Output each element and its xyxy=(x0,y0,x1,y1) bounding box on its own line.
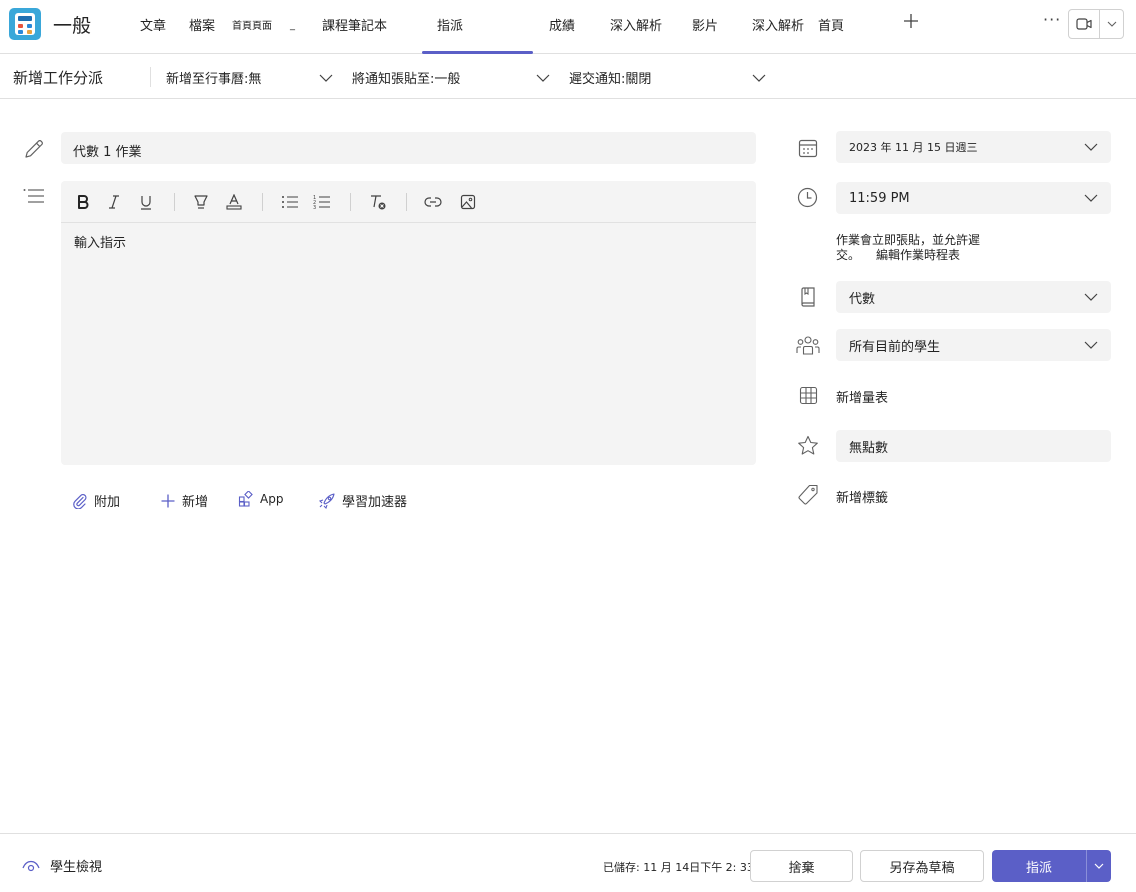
calendar-dropdown[interactable]: 新增至行事曆:無 xyxy=(166,68,261,87)
list-icon xyxy=(23,189,44,203)
edit-schedule-link[interactable]: 編輯作業時程表 xyxy=(876,248,960,262)
people-group-icon xyxy=(796,336,820,355)
svg-text:3: 3 xyxy=(313,205,316,210)
chevron-down-icon[interactable] xyxy=(536,73,550,83)
tab-videos[interactable]: 影片 xyxy=(692,15,718,34)
assignment-title-input[interactable]: 代數 1 作業 xyxy=(61,132,756,164)
eye-icon xyxy=(22,860,40,871)
assign-button[interactable]: 指派 xyxy=(992,850,1087,882)
chevron-down-icon[interactable] xyxy=(1100,10,1123,38)
pencil-icon xyxy=(25,140,43,158)
learning-accelerators-label: 學習加速器 xyxy=(342,495,408,510)
post-to-dropdown[interactable]: 將通知張貼至:一般 xyxy=(352,68,460,87)
chevron-down-icon[interactable] xyxy=(319,73,333,83)
attach-button[interactable]: 附加 xyxy=(72,491,120,510)
bold-icon[interactable] xyxy=(75,193,91,211)
learning-accelerators-button[interactable]: 學習加速器 xyxy=(318,491,407,510)
plus-icon[interactable] xyxy=(903,12,919,34)
clock-icon xyxy=(797,187,818,208)
saved-status: 已儲存: 11 月 14日下午 2: 33 xyxy=(603,861,754,874)
tab-insights[interactable]: 深入解析 xyxy=(610,15,662,34)
tab-home[interactable]: 首頁 xyxy=(818,15,844,34)
tab-home-page[interactable]: 首頁頁面 xyxy=(232,17,272,32)
rubric-grid-icon xyxy=(799,386,818,405)
image-icon[interactable] xyxy=(459,193,477,211)
schedule-note: 作業會立即張貼，並允許遲交。 編輯作業時程表 xyxy=(836,233,996,263)
toolbar-divider xyxy=(174,193,175,211)
link-icon[interactable] xyxy=(423,193,443,211)
bullet-list-icon[interactable] xyxy=(280,193,300,211)
chevron-down-icon[interactable] xyxy=(1087,850,1111,882)
student-view-button[interactable]: 學生檢視 xyxy=(22,856,102,875)
chevron-down-icon xyxy=(1084,293,1098,301)
channel-tab-bar: 一般 文章 檔案 首頁頁面 _ 課程筆記本 指派 成績 深入解析 影片 深入解析… xyxy=(0,0,1136,54)
assign-button-group: 指派 xyxy=(992,850,1111,882)
chevron-down-icon xyxy=(1084,341,1098,349)
tab-underscore[interactable]: _ xyxy=(290,20,295,31)
book-icon xyxy=(801,287,815,307)
numbered-list-icon[interactable]: 123 xyxy=(312,193,332,211)
discard-button[interactable]: 捨棄 xyxy=(750,850,853,882)
underline-icon[interactable] xyxy=(138,193,154,211)
tab-files[interactable]: 檔案 xyxy=(189,15,215,34)
chevron-down-icon[interactable] xyxy=(752,73,766,83)
due-date-picker[interactable]: 2023 年 11 月 15 日週三 xyxy=(836,131,1111,163)
plus-icon xyxy=(161,494,175,507)
category-value: 代數 xyxy=(849,291,876,307)
save-draft-button[interactable]: 另存為草稿 xyxy=(860,850,984,882)
calculator-app-icon[interactable] xyxy=(9,8,41,40)
tab-insights-2[interactable]: 深入解析 xyxy=(752,15,804,34)
instructions-editor[interactable]: 123 輸入指示 xyxy=(61,181,756,465)
chevron-down-icon xyxy=(1084,143,1098,151)
tab-class-notebook[interactable]: 課程筆記本 xyxy=(322,15,387,34)
apps-icon xyxy=(238,491,253,507)
paperclip-icon xyxy=(73,493,87,509)
tab-grades[interactable]: 成績 xyxy=(549,15,575,34)
more-icon[interactable]: ··· xyxy=(1043,10,1061,29)
footer-bar: 學生檢視 已儲存: 11 月 14日下午 2: 33 捨棄 另存為草稿 指派 xyxy=(0,833,1136,892)
toolbar-divider xyxy=(262,193,263,211)
points-input[interactable]: 無點數 xyxy=(836,430,1111,462)
student-view-label: 學生檢視 xyxy=(50,860,103,875)
points-value: 無點數 xyxy=(849,440,889,456)
due-date-value: 2023 年 11 月 15 日週三 xyxy=(849,141,978,154)
due-time-picker[interactable]: 11:59 PM xyxy=(836,182,1111,214)
rocket-icon xyxy=(318,492,335,509)
instructions-placeholder[interactable]: 輸入指示 xyxy=(61,223,756,260)
editor-toolbar: 123 xyxy=(61,181,756,223)
clear-format-icon[interactable] xyxy=(368,193,388,211)
attach-label: 附加 xyxy=(94,495,121,510)
calendar-icon xyxy=(798,139,818,158)
toolbar-divider xyxy=(350,193,351,211)
video-camera-icon[interactable] xyxy=(1069,10,1100,38)
add-tag-button[interactable]: 新增標籤 xyxy=(836,487,888,506)
due-time-value: 11:59 PM xyxy=(849,190,910,206)
category-dropdown[interactable]: 代數 xyxy=(836,281,1111,313)
italic-icon[interactable] xyxy=(106,193,122,211)
toolbar-divider xyxy=(406,193,407,211)
new-label: 新增 xyxy=(182,495,209,510)
channel-title: 一般 xyxy=(53,15,92,37)
tag-icon xyxy=(798,484,818,505)
tab-assignments[interactable]: 指派 xyxy=(437,15,463,34)
assign-to-dropdown[interactable]: 所有目前的學生 xyxy=(836,329,1111,361)
app-button[interactable]: App xyxy=(238,491,283,507)
app-label: App xyxy=(260,492,284,506)
tab-posts[interactable]: 文章 xyxy=(140,15,166,34)
chevron-down-icon xyxy=(1084,194,1098,202)
page-title: 新增工作分派 xyxy=(13,69,104,87)
late-submission-dropdown[interactable]: 遲交通知:關閉 xyxy=(569,68,651,87)
assign-to-value: 所有目前的學生 xyxy=(849,339,941,355)
star-icon xyxy=(798,435,818,455)
add-rubric-button[interactable]: 新增量表 xyxy=(836,387,888,406)
active-tab-indicator xyxy=(422,51,533,54)
new-button[interactable]: 新增 xyxy=(160,491,208,510)
meet-button[interactable] xyxy=(1068,9,1124,39)
highlight-icon[interactable] xyxy=(192,193,210,211)
divider xyxy=(150,67,151,87)
assignment-options-bar: 新增工作分派 新增至行事曆:無 將通知張貼至:一般 遲交通知:關閉 xyxy=(0,55,1136,99)
font-color-icon[interactable] xyxy=(225,193,243,211)
